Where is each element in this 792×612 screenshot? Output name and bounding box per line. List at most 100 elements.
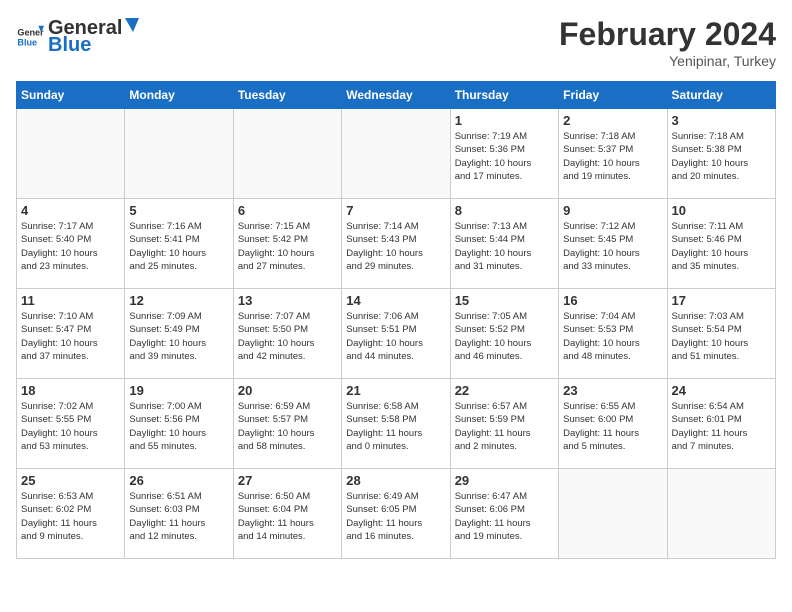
day-info: Sunrise: 7:17 AM Sunset: 5:40 PM Dayligh… (21, 220, 120, 273)
day-info: Sunrise: 7:05 AM Sunset: 5:52 PM Dayligh… (455, 310, 554, 363)
week-row-5: 25 Sunrise: 6:53 AM Sunset: 6:02 PM Dayli… (17, 469, 776, 559)
day-cell: 26 Sunrise: 6:51 AM Sunset: 6:03 PM Dayli… (125, 469, 233, 559)
day-cell: 7 Sunrise: 7:14 AM Sunset: 5:43 PM Daylig… (342, 199, 450, 289)
day-cell: 21 Sunrise: 6:58 AM Sunset: 5:58 PM Dayli… (342, 379, 450, 469)
day-info: Sunrise: 6:47 AM Sunset: 6:06 PM Dayligh… (455, 490, 554, 543)
day-number: 1 (455, 113, 554, 128)
calendar-title: February 2024 (559, 16, 776, 53)
day-number: 2 (563, 113, 662, 128)
day-info: Sunrise: 6:57 AM Sunset: 5:59 PM Dayligh… (455, 400, 554, 453)
calendar-body: 1 Sunrise: 7:19 AM Sunset: 5:36 PM Daylig… (17, 109, 776, 559)
day-number: 13 (238, 293, 337, 308)
day-number: 28 (346, 473, 445, 488)
day-cell (233, 109, 341, 199)
day-number: 18 (21, 383, 120, 398)
day-info: Sunrise: 7:12 AM Sunset: 5:45 PM Dayligh… (563, 220, 662, 273)
day-number: 15 (455, 293, 554, 308)
day-info: Sunrise: 6:53 AM Sunset: 6:02 PM Dayligh… (21, 490, 120, 543)
title-block: February 2024 Yenipinar, Turkey (559, 16, 776, 69)
day-cell: 2 Sunrise: 7:18 AM Sunset: 5:37 PM Daylig… (559, 109, 667, 199)
day-cell (342, 109, 450, 199)
day-cell: 25 Sunrise: 6:53 AM Sunset: 6:02 PM Dayli… (17, 469, 125, 559)
day-number: 8 (455, 203, 554, 218)
logo: General Blue General Blue (16, 16, 142, 57)
col-header-thursday: Thursday (450, 82, 558, 109)
day-number: 4 (21, 203, 120, 218)
day-cell: 17 Sunrise: 7:03 AM Sunset: 5:54 PM Dayli… (667, 289, 775, 379)
day-cell: 5 Sunrise: 7:16 AM Sunset: 5:41 PM Daylig… (125, 199, 233, 289)
day-number: 27 (238, 473, 337, 488)
day-info: Sunrise: 6:50 AM Sunset: 6:04 PM Dayligh… (238, 490, 337, 543)
day-cell: 14 Sunrise: 7:06 AM Sunset: 5:51 PM Dayli… (342, 289, 450, 379)
day-cell: 3Sunrise: 7:18 AM Sunset: 5:38 PM Daylig… (667, 109, 775, 199)
day-number: 29 (455, 473, 554, 488)
page-header: General Blue General Blue February 2024 … (16, 16, 776, 69)
day-number: 16 (563, 293, 662, 308)
day-info: Sunrise: 7:03 AM Sunset: 5:54 PM Dayligh… (672, 310, 771, 363)
day-info: Sunrise: 7:13 AM Sunset: 5:44 PM Dayligh… (455, 220, 554, 273)
day-info: Sunrise: 7:19 AM Sunset: 5:36 PM Dayligh… (455, 130, 554, 183)
calendar-subtitle: Yenipinar, Turkey (559, 53, 776, 69)
week-row-3: 11 Sunrise: 7:10 AM Sunset: 5:47 PM Dayli… (17, 289, 776, 379)
week-row-1: 1 Sunrise: 7:19 AM Sunset: 5:36 PM Daylig… (17, 109, 776, 199)
day-number: 17 (672, 293, 771, 308)
day-info: Sunrise: 6:54 AM Sunset: 6:01 PM Dayligh… (672, 400, 771, 453)
day-number: 5 (129, 203, 228, 218)
logo-icon: General Blue (16, 23, 44, 51)
day-number: 3 (672, 113, 771, 128)
day-cell: 16 Sunrise: 7:04 AM Sunset: 5:53 PM Dayli… (559, 289, 667, 379)
day-cell: 13Sunrise: 7:07 AM Sunset: 5:50 PM Dayli… (233, 289, 341, 379)
svg-text:Blue: Blue (17, 37, 37, 47)
day-cell (17, 109, 125, 199)
day-info: Sunrise: 7:02 AM Sunset: 5:55 PM Dayligh… (21, 400, 120, 453)
col-header-tuesday: Tuesday (233, 82, 341, 109)
day-info: Sunrise: 6:49 AM Sunset: 6:05 PM Dayligh… (346, 490, 445, 543)
day-info: Sunrise: 7:14 AM Sunset: 5:43 PM Dayligh… (346, 220, 445, 273)
day-info: Sunrise: 7:04 AM Sunset: 5:53 PM Dayligh… (563, 310, 662, 363)
day-info: Sunrise: 6:55 AM Sunset: 6:00 PM Dayligh… (563, 400, 662, 453)
day-cell: 29 Sunrise: 6:47 AM Sunset: 6:06 PM Dayli… (450, 469, 558, 559)
logo-arrow-icon (123, 16, 141, 34)
day-number: 10 (672, 203, 771, 218)
calendar-table: SundayMondayTuesdayWednesdayThursdayFrid… (16, 81, 776, 559)
col-header-friday: Friday (559, 82, 667, 109)
day-cell: 6 Sunrise: 7:15 AM Sunset: 5:42 PM Daylig… (233, 199, 341, 289)
day-info: Sunrise: 7:06 AM Sunset: 5:51 PM Dayligh… (346, 310, 445, 363)
day-number: 6 (238, 203, 337, 218)
day-info: Sunrise: 6:58 AM Sunset: 5:58 PM Dayligh… (346, 400, 445, 453)
day-number: 22 (455, 383, 554, 398)
day-cell: 4 Sunrise: 7:17 AM Sunset: 5:40 PM Daylig… (17, 199, 125, 289)
day-info: Sunrise: 7:18 AM Sunset: 5:37 PM Dayligh… (563, 130, 662, 183)
day-number: 12 (129, 293, 228, 308)
day-info: Sunrise: 7:09 AM Sunset: 5:49 PM Dayligh… (129, 310, 228, 363)
day-number: 26 (129, 473, 228, 488)
day-info: Sunrise: 6:51 AM Sunset: 6:03 PM Dayligh… (129, 490, 228, 543)
day-cell: 28 Sunrise: 6:49 AM Sunset: 6:05 PM Dayli… (342, 469, 450, 559)
day-number: 23 (563, 383, 662, 398)
day-info: Sunrise: 7:16 AM Sunset: 5:41 PM Dayligh… (129, 220, 228, 273)
col-header-sunday: Sunday (17, 82, 125, 109)
day-cell (125, 109, 233, 199)
day-info: Sunrise: 7:10 AM Sunset: 5:47 PM Dayligh… (21, 310, 120, 363)
day-cell: 18 Sunrise: 7:02 AM Sunset: 5:55 PM Dayli… (17, 379, 125, 469)
day-cell (667, 469, 775, 559)
day-cell: 24Sunrise: 6:54 AM Sunset: 6:01 PM Dayli… (667, 379, 775, 469)
day-number: 19 (129, 383, 228, 398)
day-number: 20 (238, 383, 337, 398)
col-header-monday: Monday (125, 82, 233, 109)
day-info: Sunrise: 7:11 AM Sunset: 5:46 PM Dayligh… (672, 220, 771, 273)
day-number: 25 (21, 473, 120, 488)
day-number: 21 (346, 383, 445, 398)
day-cell: 1 Sunrise: 7:19 AM Sunset: 5:36 PM Daylig… (450, 109, 558, 199)
day-number: 14 (346, 293, 445, 308)
day-number: 11 (21, 293, 120, 308)
week-row-4: 18 Sunrise: 7:02 AM Sunset: 5:55 PM Dayli… (17, 379, 776, 469)
day-cell: 20Sunrise: 6:59 AM Sunset: 5:57 PM Dayli… (233, 379, 341, 469)
day-number: 7 (346, 203, 445, 218)
day-info: Sunrise: 7:15 AM Sunset: 5:42 PM Dayligh… (238, 220, 337, 273)
day-cell: 27 Sunrise: 6:50 AM Sunset: 6:04 PM Dayli… (233, 469, 341, 559)
week-row-2: 4 Sunrise: 7:17 AM Sunset: 5:40 PM Daylig… (17, 199, 776, 289)
calendar-header-row: SundayMondayTuesdayWednesdayThursdayFrid… (17, 82, 776, 109)
day-info: Sunrise: 7:00 AM Sunset: 5:56 PM Dayligh… (129, 400, 228, 453)
day-cell: 19 Sunrise: 7:00 AM Sunset: 5:56 PM Dayli… (125, 379, 233, 469)
